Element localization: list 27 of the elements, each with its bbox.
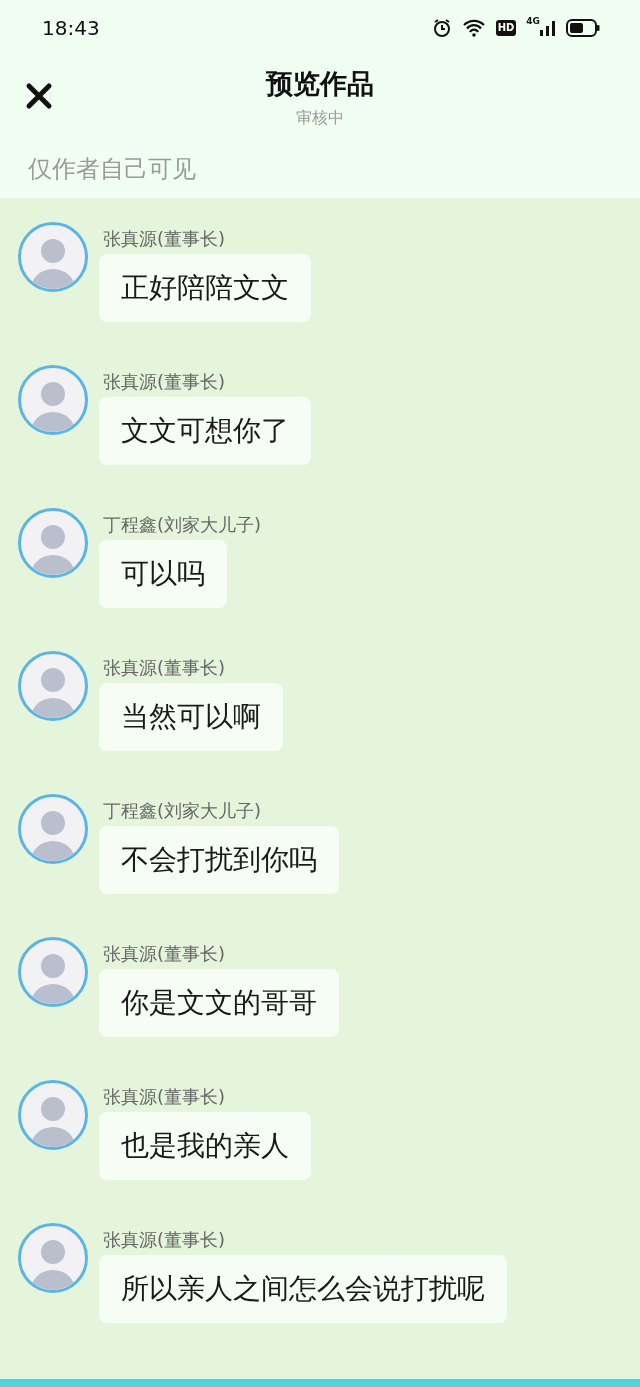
message-bubble: 文文可想你了 — [99, 397, 311, 465]
sender-name: 丁程鑫(刘家大儿子) — [103, 800, 262, 822]
sender-name: 张真源(董事长) — [103, 228, 226, 250]
message-bubble: 不会打扰到你吗 — [99, 826, 339, 894]
network-label: 4G — [526, 15, 540, 26]
sender-name: 丁程鑫(刘家大儿子) — [103, 514, 262, 536]
status-subtitle: 审核中 — [296, 108, 344, 129]
message-bubble: 可以吗 — [99, 540, 227, 608]
sender-name: 张真源(董事长) — [103, 657, 226, 679]
visibility-notice: 仅作者自己可见 — [27, 154, 197, 185]
sender-name: 张真源(董事长) — [103, 1229, 226, 1251]
sender-name: 张真源(董事长) — [103, 1086, 226, 1108]
hd-badge: HD — [495, 19, 517, 36]
message-bubble: 所以亲人之间怎么会说打扰呢 — [99, 1255, 507, 1323]
message-bubble: 你是文文的哥哥 — [99, 969, 339, 1037]
message-bubble: 也是我的亲人 — [99, 1112, 311, 1180]
message-bubble: 正好陪陪文文 — [99, 254, 311, 322]
wifi-icon — [461, 18, 486, 37]
alarm-icon — [431, 17, 452, 38]
signal-icon — [540, 19, 556, 36]
sender-name: 张真源(董事长) — [103, 371, 226, 393]
status-time: 18:43 — [42, 15, 100, 40]
message-bubble: 当然可以啊 — [99, 683, 283, 751]
close-button[interactable] — [24, 81, 54, 111]
sender-name: 张真源(董事长) — [103, 943, 226, 965]
battery-icon — [566, 18, 600, 37]
page-title: 预览作品 — [266, 67, 374, 101]
